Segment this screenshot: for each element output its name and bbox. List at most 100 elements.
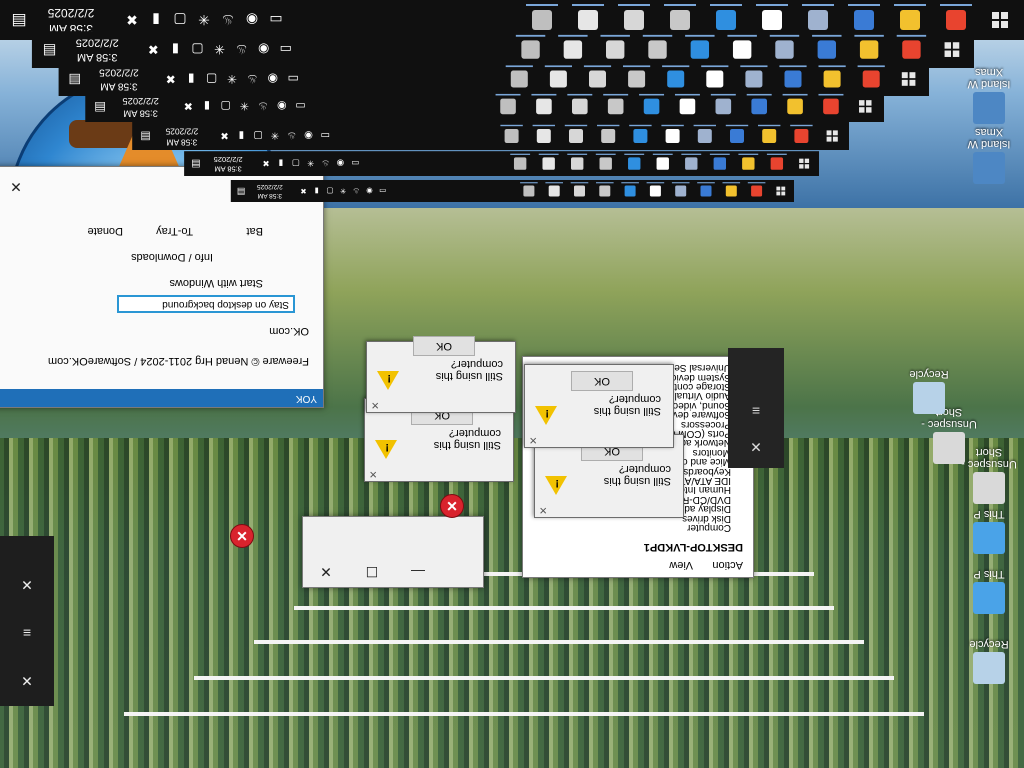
asterisk-taskbar-button[interactable] [543,182,565,200]
glitch-streak [194,676,894,680]
donate-button[interactable]: Donate [88,225,123,237]
running-indicator [722,182,741,184]
taskbar-clock[interactable]: 3:58 AM 2/2/2025 [251,183,290,201]
notification-center-icon[interactable]: ▤ [92,99,109,115]
running-indicator [621,182,639,184]
device-category[interactable]: Processors [681,419,731,430]
network-icon[interactable]: ▭ [378,187,387,196]
cloud-taskbar-button[interactable] [670,182,692,200]
asterisk-icon [548,185,560,197]
start-button[interactable] [768,180,794,202]
wallpaper-forest [0,438,1024,768]
system-tray: ▭ ◉ ♨ ✳ ▢ ▮ ✖ [288,180,387,202]
close-badge-icon[interactable]: ✖ [299,187,308,196]
running-indicator [520,182,538,184]
device-category[interactable]: Disk drives [682,513,731,524]
shortcut-label: This P [973,568,1005,580]
start-button[interactable] [847,91,884,122]
windows-icon [799,158,810,169]
gear-taskbar-button[interactable] [569,182,591,200]
shortcut-icon [933,432,965,464]
paint-taskbar-button[interactable] [695,182,717,200]
notification-center-icon[interactable]: ▤ [189,157,203,170]
snipping-taskbar-button[interactable] [644,182,666,200]
battery-icon[interactable]: ▮ [312,187,321,196]
close-button[interactable]: ✕ [4,570,50,600]
warning-glyph: ! [387,372,391,384]
start-button[interactable] [976,0,1024,40]
action-menu[interactable]: Action [712,559,743,571]
windows-icon [992,12,1008,28]
close-icon[interactable]: ✕ [539,504,547,515]
ok-button[interactable]: OK [413,336,475,356]
close-button[interactable]: ✕ [0,172,39,202]
softwareok-window: YOK Freeware © Nenad Hrg 2011-2024 / Sof… [0,166,324,408]
asterisk-icon[interactable]: ✳ [339,187,348,196]
shortcut-icon [973,152,1005,184]
shortcut-icon [973,652,1005,684]
desktop-shortcut[interactable]: Island W Xmas [954,124,1024,188]
windows-icon [901,72,916,86]
notification-center-icon[interactable]: ▤ [8,10,30,30]
device-category[interactable]: Monitors [693,447,731,458]
start-button[interactable] [815,122,849,150]
notification-center-icon[interactable]: ▤ [65,71,84,88]
shortcut-icon [973,472,1005,504]
windows-icon [944,42,960,57]
generic-app-icon [523,185,535,197]
close-button[interactable]: ✕ [4,666,50,696]
window-taskbar-button[interactable] [619,182,641,200]
shortcut-label: This P [973,508,1005,520]
view-menu[interactable]: View [669,559,693,571]
shortcut-icon [973,92,1005,124]
location-icon[interactable]: ◉ [365,187,374,196]
menu-button[interactable]: ≡ [4,618,50,648]
notification-center-icon[interactable]: ▤ [235,186,247,197]
menu-button[interactable]: ≡ [733,396,779,426]
paint-icon [700,185,712,197]
shortcut-label: Island W Xmas [967,66,1011,90]
start-button[interactable] [888,62,929,96]
printer-taskbar-button[interactable] [594,182,616,200]
dialog-message: Still using this computer? [433,427,501,451]
desktop-shortcut[interactable]: This P [954,554,1024,618]
folder-icon [725,185,737,197]
shortcut-label: Recycle [969,638,1009,650]
running-indicator [646,182,665,184]
device-category[interactable]: Computer [687,522,731,533]
chrome-icon [751,185,763,197]
notification-center-icon[interactable]: ▤ [138,129,153,143]
generic-app-taskbar-button[interactable] [518,182,540,200]
desktop-shortcut[interactable]: Recycle [954,624,1024,688]
taskbar: ▭ ◉ ♨ ✳ ▢ ▮ ✖ 3:58 AM 2/2/2025 ▤ [230,180,794,202]
chrome-taskbar-button[interactable] [746,182,768,200]
close-icon[interactable]: ✕ [529,434,537,445]
ok-button[interactable]: OK [571,371,633,391]
device-category[interactable]: Keyboards [683,466,731,477]
site-label: OK.com [269,325,309,337]
folder-taskbar-button[interactable] [720,182,742,200]
start-with-windows-checkbox[interactable]: Start with Windows [169,277,263,289]
close-icon[interactable]: ✕ [369,468,377,479]
start-button[interactable] [930,31,974,68]
close-button[interactable]: ✕ [733,432,779,462]
close-icon[interactable]: ✕ [371,399,379,410]
desktop-shortcut[interactable]: Recycle [894,354,964,418]
running-indicator [671,182,690,184]
copyright-label: Freeware © Nenad Hrg 2011-2024 / Softwar… [47,355,309,367]
screen-icon[interactable]: ▢ [325,187,334,196]
desktop-shortcut[interactable]: Island W Xmas [954,64,1024,128]
maximize-button[interactable]: ☐ [349,557,395,587]
idle-dialog: ✕ ! Still using this computer? OK [524,364,674,448]
glitch-streak [124,712,924,716]
steam-icon[interactable]: ♨ [352,187,361,196]
links-label[interactable]: Info / Downloads [131,251,213,263]
notification-center-icon[interactable]: ▤ [39,40,59,58]
to-tray-button[interactable]: To-Tray [156,225,193,237]
desktop-background-checkbox[interactable]: Stay on desktop background [117,295,295,313]
minimize-button[interactable]: — [395,557,441,587]
windows-icon [776,186,786,196]
windows-icon [826,130,838,142]
close-button[interactable]: ✕ [303,557,349,587]
bat-button[interactable]: Bat [246,225,263,237]
